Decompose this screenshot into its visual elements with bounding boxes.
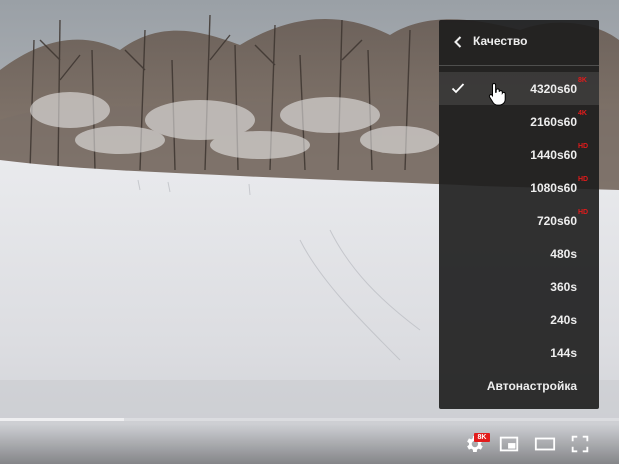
quality-badge: HD <box>578 143 589 150</box>
quality-option-label: 360s <box>550 280 577 294</box>
quality-option-2160s60[interactable]: 2160s60 4K <box>439 105 599 138</box>
fullscreen-icon <box>571 435 589 453</box>
quality-option-label: 4320s60 8K <box>530 77 587 96</box>
quality-option-720s60[interactable]: 720s60 HD <box>439 204 599 237</box>
progress-bar[interactable] <box>0 418 619 421</box>
quality-option-144s[interactable]: 144s <box>439 336 599 369</box>
quality-option-label: 1080s60 HD <box>530 176 589 195</box>
control-bar: 8K <box>0 424 619 464</box>
chevron-left-icon <box>454 36 462 48</box>
quality-menu-back[interactable]: Качество <box>439 20 599 66</box>
video-player[interactable]: 8K Качество 4320s60 8K 2160s60 4K 1440s6… <box>0 0 619 464</box>
quality-option-auto[interactable]: Автонастройка <box>439 369 599 402</box>
quality-badge: HD <box>578 209 589 216</box>
quality-option-240s[interactable]: 240s <box>439 303 599 336</box>
quality-option-480s[interactable]: 480s <box>439 237 599 270</box>
quality-option-1440s60[interactable]: 1440s60 HD <box>439 138 599 171</box>
quality-badge: 8K <box>578 77 587 84</box>
quality-option-label: 720s60 HD <box>536 209 589 228</box>
quality-option-4320s60[interactable]: 4320s60 8K <box>439 72 599 105</box>
quality-list: 4320s60 8K 2160s60 4K 1440s60 HD 1080s60 HD … <box>439 72 599 402</box>
quality-option-label: 480s <box>550 247 577 261</box>
quality-menu: Качество 4320s60 8K 2160s60 4K 1440s60 HD 1… <box>439 20 599 409</box>
quality-option-label: 240s <box>550 313 577 327</box>
quality-badge: 4K <box>578 110 587 117</box>
quality-badge: HD <box>578 176 589 183</box>
quality-option-label: 144s <box>550 346 577 360</box>
quality-option-label: Автонастройка <box>486 379 577 393</box>
theater-mode-icon <box>534 437 556 451</box>
fullscreen-button[interactable] <box>566 430 594 458</box>
miniplayer-button[interactable] <box>495 430 523 458</box>
check-icon <box>451 83 465 94</box>
settings-quality-badge: 8K <box>474 433 490 442</box>
settings-button[interactable]: 8K <box>460 430 490 458</box>
quality-option-label: 2160s60 4K <box>530 110 587 129</box>
quality-option-360s[interactable]: 360s <box>439 270 599 303</box>
theater-mode-button[interactable] <box>531 430 559 458</box>
quality-menu-title: Качество <box>473 34 528 48</box>
progress-loaded <box>0 418 124 421</box>
miniplayer-icon <box>499 436 519 452</box>
quality-option-label: 1440s60 HD <box>530 143 589 162</box>
quality-option-1080s60[interactable]: 1080s60 HD <box>439 171 599 204</box>
